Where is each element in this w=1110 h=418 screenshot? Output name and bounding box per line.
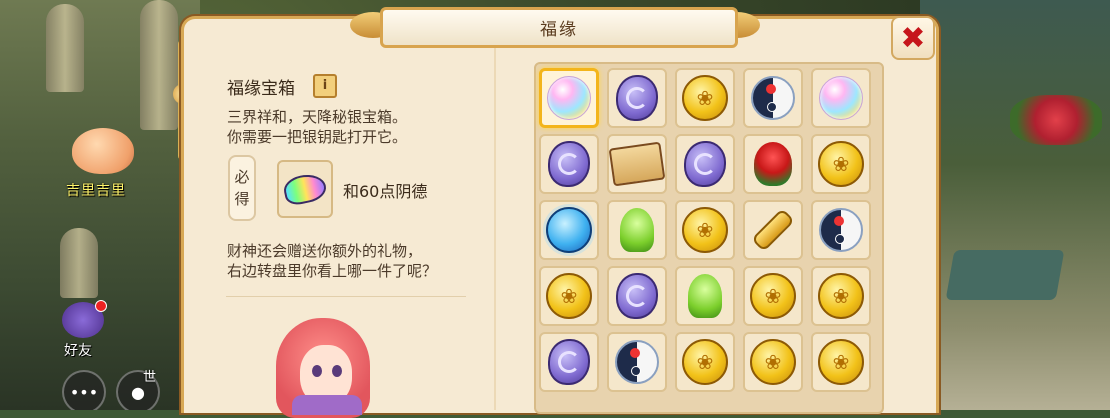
reward-slot[interactable] <box>675 134 735 194</box>
reward-slot[interactable] <box>539 332 599 392</box>
flower-bed <box>1010 95 1102 145</box>
reward-slot[interactable] <box>607 266 667 326</box>
reward-slot[interactable] <box>539 200 599 260</box>
purple-stone-icon <box>684 141 726 187</box>
panel-title: 福缘 <box>540 20 578 40</box>
pet-name: 吉里吉里 <box>66 183 126 199</box>
fairy-body <box>292 395 362 415</box>
green-sprout-icon <box>620 208 654 252</box>
reward-slot[interactable] <box>675 200 735 260</box>
gold-coin-icon <box>818 339 864 385</box>
reward-slot[interactable] <box>811 134 871 194</box>
reward-slot[interactable] <box>743 266 803 326</box>
reward-slot[interactable] <box>743 332 803 392</box>
yinyang-pearl-icon <box>819 208 863 252</box>
reward-slot[interactable] <box>811 68 871 128</box>
guaranteed-char: 得 <box>234 190 250 208</box>
pillar <box>46 4 84 92</box>
purple-stone-icon <box>616 273 658 319</box>
fairy-eye <box>312 365 322 377</box>
yinyang-pearl-icon <box>751 76 795 120</box>
pet-sprite[interactable] <box>72 128 134 174</box>
bonus-line: 右边转盘里你看上哪一件了呢？ <box>227 262 438 280</box>
reward-slot[interactable] <box>811 266 871 326</box>
info-button[interactable]: i <box>313 74 337 98</box>
bonus-line: 财神还会赠送你额外的礼物， <box>227 242 423 260</box>
world-channel-label: 世 <box>143 370 157 385</box>
rainbow-orb-icon <box>819 76 863 120</box>
planet-orb-icon <box>546 207 592 253</box>
microphone-icon: ● <box>131 382 145 402</box>
required-item-slot[interactable] <box>277 160 333 218</box>
reward-slot[interactable] <box>743 134 803 194</box>
treasure-scroll-icon <box>608 141 666 187</box>
chest-name: 福缘宝箱 <box>227 79 295 99</box>
gold-coin-icon <box>546 273 592 319</box>
reward-slot[interactable] <box>607 200 667 260</box>
title-plate: 福缘 <box>380 7 738 48</box>
reward-slot[interactable] <box>675 332 735 392</box>
description-line: 三界祥和，天降秘银宝箱。 <box>227 108 408 126</box>
cart <box>945 250 1065 300</box>
reward-slot[interactable] <box>539 266 599 326</box>
purple-stone-icon <box>548 141 590 187</box>
gold-coin-icon <box>682 75 728 121</box>
reward-slot[interactable] <box>607 68 667 128</box>
column-divider <box>494 48 496 410</box>
gold-coin-icon <box>750 339 796 385</box>
gold-coin-icon <box>750 273 796 319</box>
notification-dot <box>95 300 107 312</box>
section-divider <box>226 296 466 297</box>
reward-slot[interactable] <box>675 266 735 326</box>
reward-slot[interactable] <box>743 68 803 128</box>
reward-slot[interactable] <box>675 68 735 128</box>
gold-coin-icon <box>818 141 864 187</box>
pillar <box>60 228 98 298</box>
reward-slot[interactable] <box>539 134 599 194</box>
scene-right <box>920 0 1110 410</box>
reward-slot[interactable] <box>607 332 667 392</box>
guaranteed-badge: 必 得 <box>228 155 256 221</box>
reward-slot[interactable] <box>811 332 871 392</box>
reward-slot[interactable] <box>743 200 803 260</box>
green-sprout-icon <box>688 274 722 318</box>
reward-slot[interactable] <box>539 68 599 128</box>
gold-coin-icon <box>818 273 864 319</box>
purple-stone-icon <box>616 75 658 121</box>
friend-label: 好友 <box>64 343 92 359</box>
red-rose-icon <box>754 142 792 186</box>
purple-stone-icon <box>548 339 590 385</box>
golden-key-icon <box>751 208 795 252</box>
chat-icon: ••• <box>69 382 99 402</box>
gold-coin-icon <box>682 207 728 253</box>
close-icon: ✖ <box>900 20 926 56</box>
reward-slot[interactable] <box>811 200 871 260</box>
fairy-eye <box>332 365 342 377</box>
gold-coin-icon <box>682 339 728 385</box>
rainbow-bean-icon <box>281 170 329 208</box>
guaranteed-char: 必 <box>234 168 250 186</box>
chat-button[interactable]: ••• <box>62 370 106 410</box>
requirement-text: 和60点阴德 <box>343 182 428 201</box>
description-line: 你需要一把银钥匙打开它。 <box>227 128 408 146</box>
rainbow-orb-icon <box>547 76 591 120</box>
reward-slot[interactable] <box>607 134 667 194</box>
pillar <box>140 0 178 130</box>
close-button[interactable]: ✖ <box>891 16 935 60</box>
yinyang-pearl-icon <box>615 340 659 384</box>
